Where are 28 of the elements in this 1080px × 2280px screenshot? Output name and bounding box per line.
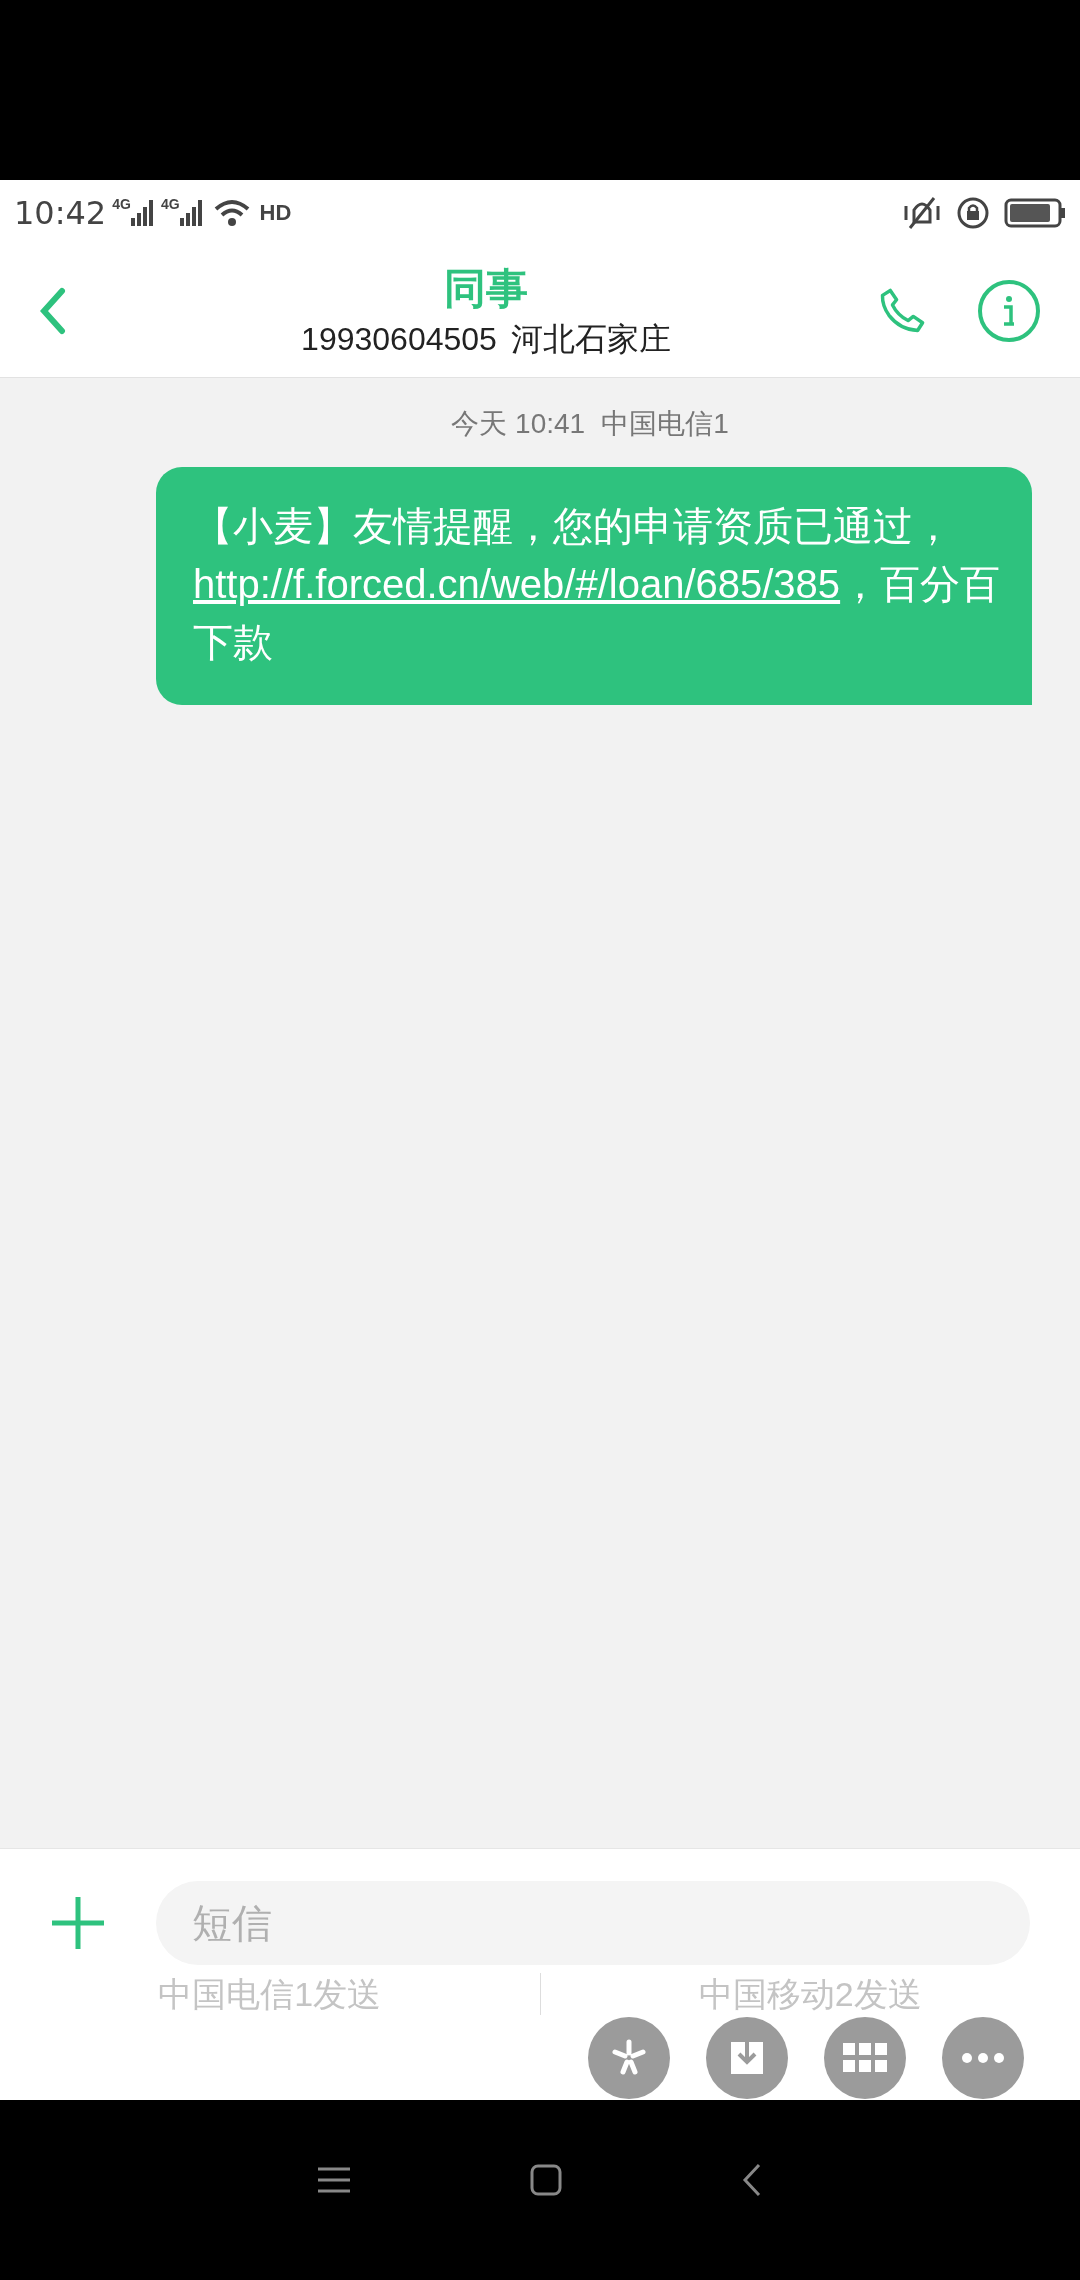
add-icon[interactable]: [50, 1895, 106, 1951]
signal-icon: [130, 199, 155, 226]
message-input[interactable]: 短信: [156, 1881, 1030, 1965]
status-time: 10:42: [14, 192, 107, 234]
location-text: 河北石家庄: [510, 320, 671, 359]
wifi-icon: [213, 198, 250, 227]
send-option-button[interactable]: 中国电信1发送: [158, 1973, 382, 2015]
info-icon[interactable]: [978, 280, 1040, 342]
sparkle-icon: [609, 2038, 649, 2078]
network-label: 4G: [160, 195, 180, 214]
rotation-lock-icon: [956, 195, 990, 230]
send-option-button[interactable]: 中国移动2发送: [698, 1973, 922, 2015]
battery-icon: [1004, 197, 1066, 228]
network-label: 4G: [112, 195, 131, 214]
message-timestamp: 今天 10:41: [451, 407, 586, 441]
vibrate-icon: [902, 195, 942, 230]
back-icon[interactable]: [742, 2163, 762, 2197]
phone-number: 19930604505: [301, 320, 497, 359]
message-bubble: 【小麦】友情提醒，您的申请资质已通过， http://f.forced.cn/web/#/loan/685/385，百分百下款: [156, 467, 1032, 705]
contact-name: 同事: [444, 264, 528, 314]
grid-icon: [843, 2043, 887, 2073]
message-link[interactable]: http://f.forced.cn/web/#/loan/685/385: [193, 562, 841, 606]
hd-call-label: HD: [259, 199, 292, 227]
carrier-label: 中国电信1: [601, 407, 729, 441]
signal-icon: [179, 199, 204, 226]
more-icon: [961, 2052, 1005, 2064]
home-icon[interactable]: [530, 2164, 562, 2196]
menu-icon[interactable]: [318, 2166, 350, 2194]
